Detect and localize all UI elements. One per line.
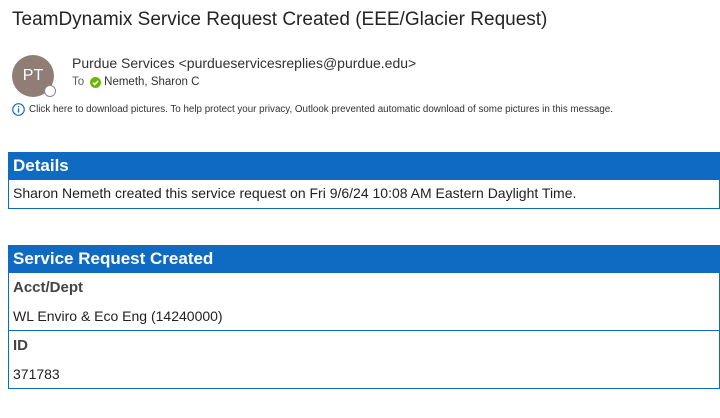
- field-value-id: 371783: [8, 361, 720, 389]
- download-pictures-bar[interactable]: Click here to download pictures. To help…: [12, 103, 613, 116]
- sender-name[interactable]: Purdue Services <purdueservicesreplies@p…: [72, 55, 416, 71]
- to-line: To Nemeth, Sharon C: [72, 76, 199, 88]
- field-value-acct-dept: WL Enviro & Eco Eng (14240000): [8, 303, 720, 331]
- check-icon: [90, 76, 102, 88]
- field-label-id: ID: [8, 331, 720, 361]
- details-text: Sharon Nemeth created this service reque…: [8, 180, 720, 209]
- avatar-initials: PT: [22, 67, 44, 84]
- details-header: Details: [8, 152, 720, 180]
- service-request-table: Service Request Created Acct/Dept WL Env…: [8, 245, 720, 389]
- presence-icon: [44, 85, 56, 97]
- email-subject: TeamDynamix Service Request Created (EEE…: [12, 9, 548, 30]
- to-label: To: [72, 76, 85, 88]
- details-table: Details Sharon Nemeth created this servi…: [8, 152, 720, 209]
- service-request-header: Service Request Created: [8, 245, 720, 273]
- field-label-acct-dept: Acct/Dept: [8, 273, 720, 303]
- recipient-name[interactable]: Nemeth, Sharon C: [104, 76, 199, 88]
- infobar-text: Click here to download pictures. To help…: [29, 104, 613, 115]
- info-icon: [12, 103, 25, 116]
